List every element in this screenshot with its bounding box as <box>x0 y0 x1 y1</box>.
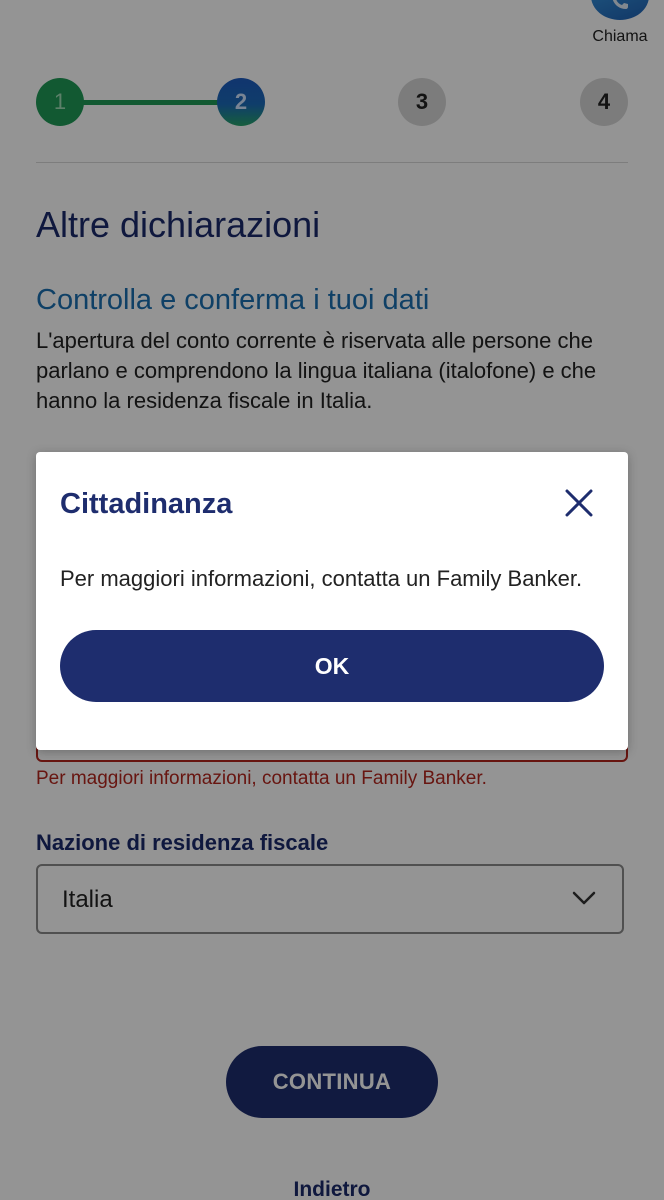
page: Chiama 1 2 3 4 Altre dichiarazioni Contr… <box>0 0 664 1200</box>
close-icon[interactable] <box>564 488 594 518</box>
cittadinanza-dialog: Cittadinanza Per maggiori informazioni, … <box>36 452 628 750</box>
ok-button[interactable]: OK <box>60 630 604 702</box>
dialog-message: Per maggiori informazioni, contatta un F… <box>60 566 583 591</box>
dialog-title: Cittadinanza <box>60 488 233 520</box>
